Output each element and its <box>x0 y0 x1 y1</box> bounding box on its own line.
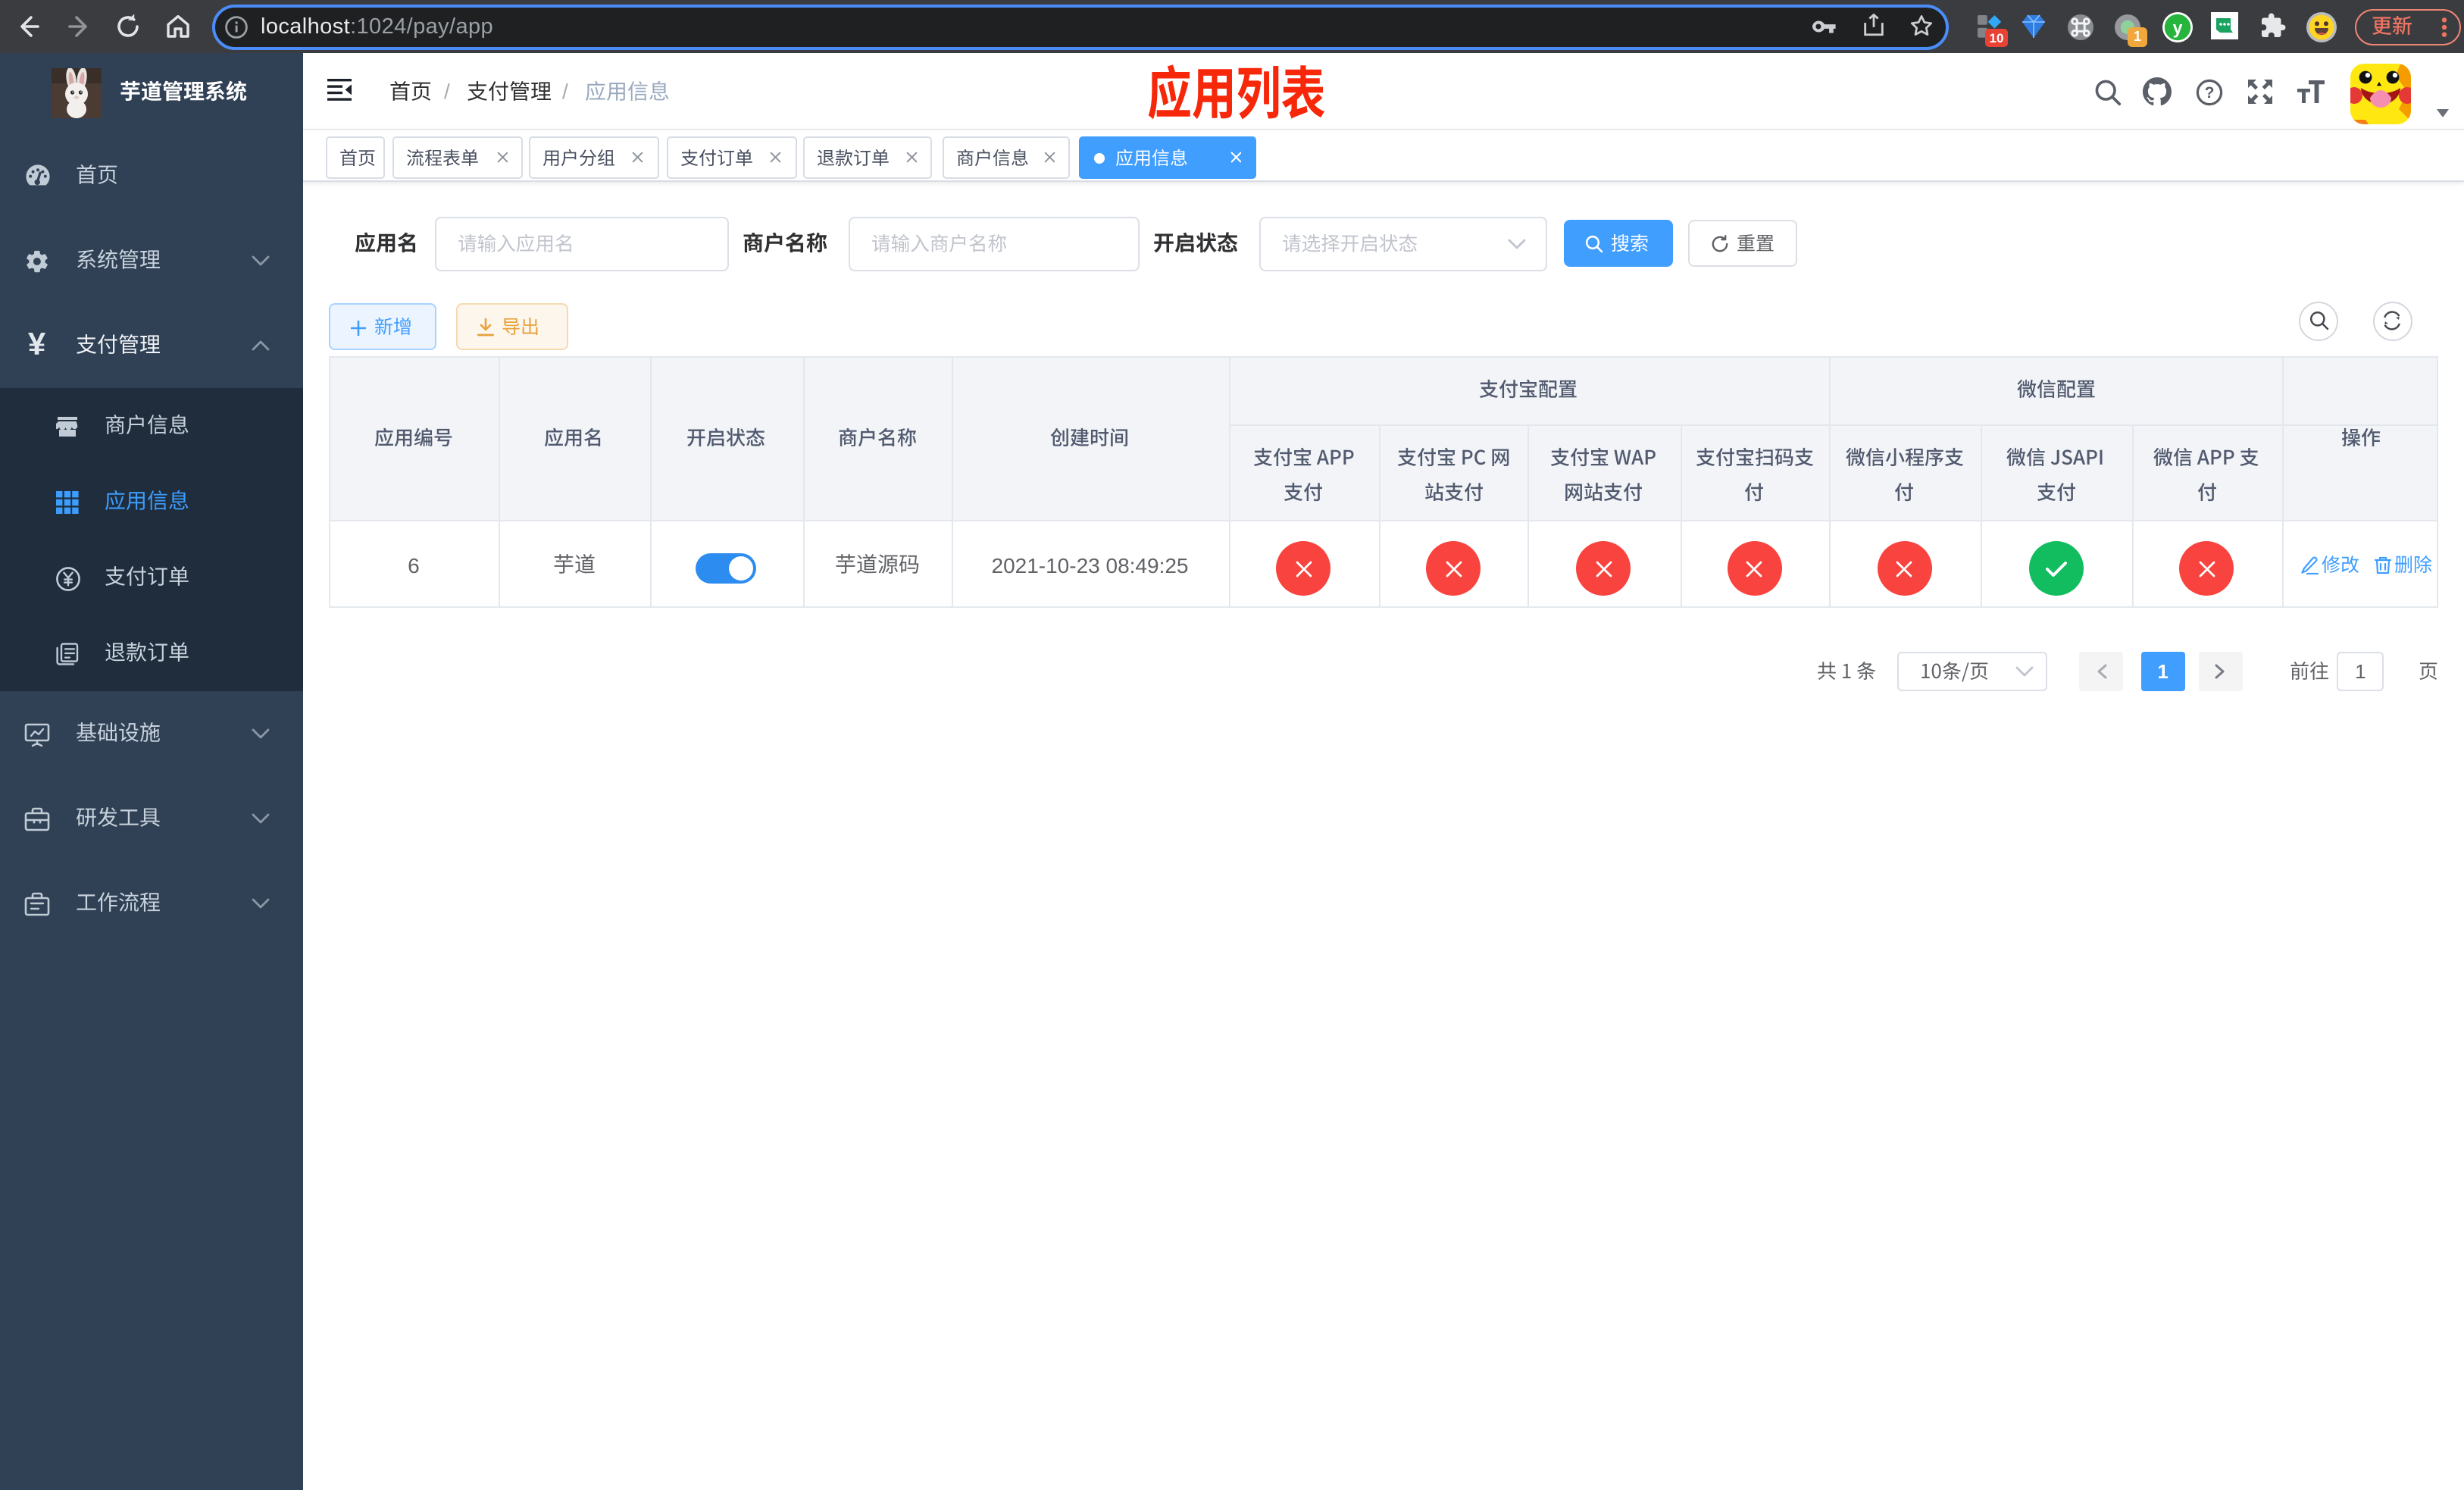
svg-text:y: y <box>2173 17 2183 36</box>
svg-text:?: ? <box>2204 83 2214 101</box>
